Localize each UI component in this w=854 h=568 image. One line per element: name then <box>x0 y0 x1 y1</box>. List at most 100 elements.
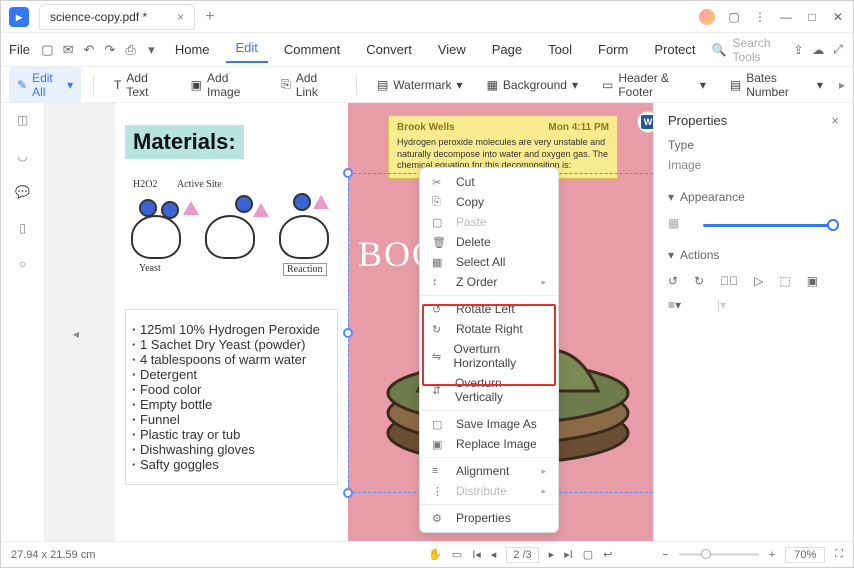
menu-page[interactable]: Page <box>482 38 532 61</box>
cm-z-order[interactable]: ↕Z Order▸ <box>420 272 558 292</box>
menu-convert[interactable]: Convert <box>356 38 422 61</box>
next-page-icon[interactable]: ▸ <box>549 548 555 561</box>
window-maximize-icon[interactable]: □ <box>805 10 819 24</box>
add-image-button[interactable]: ▣Add Image <box>183 67 266 103</box>
thumbnails-icon[interactable]: ◫ <box>17 113 28 127</box>
prev-page-icon[interactable]: ◂ <box>491 548 497 561</box>
save-icon[interactable]: ▢ <box>40 41 55 59</box>
first-page-icon[interactable]: I◂ <box>472 548 481 561</box>
page-indicator[interactable]: 2 /3 <box>506 547 538 563</box>
add-link-button[interactable]: ⎘Add Link <box>273 67 344 103</box>
cloud-icon[interactable]: ☁ <box>811 41 825 59</box>
sticky-time: Mon 4:11 PM <box>548 122 609 133</box>
delete-icon: 🗑 <box>432 236 446 249</box>
rotate-left-icon[interactable]: ↺ <box>668 274 678 288</box>
label-h2o2: H2O2 <box>133 179 157 190</box>
bates-number-button[interactable]: ▤Bates Number▾ <box>722 67 831 103</box>
background-button[interactable]: ▦Background▾ <box>479 74 586 96</box>
chevron-right-icon: ▸ <box>541 277 546 288</box>
hand-tool-icon[interactable]: ✋ <box>428 548 442 561</box>
bookmark-icon[interactable]: ◡ <box>17 149 27 163</box>
menu-file[interactable]: File <box>9 42 30 57</box>
window-close-icon[interactable]: ✕ <box>831 10 845 24</box>
comments-icon[interactable]: 💬 <box>15 185 30 199</box>
tab-close-icon[interactable]: × <box>177 10 184 24</box>
align-icon[interactable]: ≡▾ <box>668 298 681 312</box>
page-left: Materials: H2O2 Active Site <box>115 103 348 541</box>
menu-home[interactable]: Home <box>165 38 220 61</box>
save-icon: ▢ <box>432 418 446 431</box>
cm-overturn-h[interactable]: ⇋Overturn Horizontally <box>420 339 558 373</box>
zoom-slider[interactable] <box>679 553 759 556</box>
mail-icon[interactable]: ✉ <box>61 41 76 59</box>
cm-save-image[interactable]: ▢Save Image As <box>420 414 558 434</box>
cm-properties[interactable]: ⚙Properties <box>420 508 558 528</box>
fit-page-icon[interactable]: ▢ <box>583 548 593 561</box>
cm-select-all[interactable]: ▦Select All <box>420 252 558 272</box>
collapse-icon[interactable]: ▾ <box>668 190 674 204</box>
selection-handle[interactable] <box>343 328 353 338</box>
word-export-icon[interactable]: W <box>637 111 653 133</box>
select-tool-icon[interactable]: ▭ <box>452 548 462 561</box>
opacity-slider[interactable] <box>703 224 833 227</box>
document-canvas[interactable]: ◂ Materials: H2O2 Active Site <box>45 103 653 541</box>
cm-alignment[interactable]: ≡Alignment▸ <box>420 461 558 481</box>
search-panel-icon[interactable]: ○ <box>19 257 26 271</box>
menu-view[interactable]: View <box>428 38 476 61</box>
cm-overturn-v[interactable]: ⇵Overturn Vertically <box>420 373 558 407</box>
document-tab[interactable]: science-copy.pdf * × <box>39 4 195 30</box>
add-text-button[interactable]: TAdd Text <box>106 67 175 103</box>
export-icon[interactable]: ⇪ <box>792 41 806 59</box>
prev-page-arrow[interactable]: ◂ <box>73 327 79 341</box>
list-item: Funnel <box>132 412 331 427</box>
menu-comment[interactable]: Comment <box>274 38 350 61</box>
flip-v-icon[interactable]: ▷ <box>754 274 763 288</box>
new-tab-button[interactable]: + <box>205 8 214 26</box>
menu-edit[interactable]: Edit <box>226 36 268 63</box>
edit-all-button[interactable]: ✎Edit All▾ <box>9 67 81 103</box>
crop-icon[interactable]: ⬚ <box>779 274 790 288</box>
slider-thumb[interactable] <box>827 219 839 231</box>
fullscreen-icon[interactable]: ⛶ <box>835 548 843 561</box>
collapse-icon[interactable]: ▾ <box>668 248 674 262</box>
undo-icon[interactable]: ↶ <box>82 41 97 59</box>
zoom-out-icon[interactable]: − <box>662 549 668 561</box>
link-icon: ⎘ <box>281 77 291 92</box>
zoom-value[interactable]: 70% <box>785 547 825 563</box>
selection-handle[interactable] <box>343 488 353 498</box>
attachments-icon[interactable]: ▯ <box>19 221 26 235</box>
reflow-icon[interactable]: ↩ <box>603 548 612 561</box>
print-icon[interactable]: ⎙ <box>123 41 138 59</box>
search-icon[interactable]: 🔍 <box>712 43 727 57</box>
cm-cut[interactable]: ✂Cut <box>420 172 558 192</box>
panel-close-icon[interactable]: × <box>831 113 839 128</box>
list-item: Detergent <box>132 367 331 382</box>
cm-delete[interactable]: 🗑Delete <box>420 232 558 252</box>
window-minimize-icon[interactable]: — <box>779 10 793 24</box>
share-icon[interactable]: ▾ <box>144 41 159 59</box>
cm-copy[interactable]: ⎘Copy <box>420 192 558 212</box>
search-placeholder[interactable]: Search Tools <box>733 36 786 64</box>
tab-title: science-copy.pdf * <box>50 10 147 24</box>
menu-form[interactable]: Form <box>588 38 638 61</box>
watermark-button[interactable]: ▤Watermark▾ <box>369 74 471 96</box>
flip-h-icon[interactable]: �⃠ <box>720 274 738 288</box>
zoom-thumb[interactable] <box>701 549 711 559</box>
redo-icon[interactable]: ↷ <box>102 41 117 59</box>
replace-icon[interactable]: ▣ <box>807 274 818 288</box>
panel-toggle-icon[interactable]: ▸ <box>839 78 845 92</box>
menu-protect[interactable]: Protect <box>644 38 705 61</box>
zoom-in-icon[interactable]: + <box>769 549 775 561</box>
menu-tool[interactable]: Tool <box>538 38 582 61</box>
expand-icon[interactable]: ⤢ <box>831 41 845 59</box>
selection-handle[interactable] <box>343 168 353 178</box>
notification-icon[interactable]: ▢ <box>727 10 741 24</box>
user-badge-icon[interactable] <box>699 9 715 25</box>
last-page-icon[interactable]: ▸I <box>564 548 573 561</box>
cm-rotate-left[interactable]: ↺Rotate Left <box>420 299 558 319</box>
cm-replace-image[interactable]: ▣Replace Image <box>420 434 558 454</box>
cm-rotate-right[interactable]: ↻Rotate Right <box>420 319 558 339</box>
header-footer-button[interactable]: ▭Header & Footer▾ <box>594 67 714 103</box>
rotate-right-icon[interactable]: ↻ <box>694 274 704 288</box>
menu-dots-icon[interactable]: ⋮ <box>753 10 767 24</box>
